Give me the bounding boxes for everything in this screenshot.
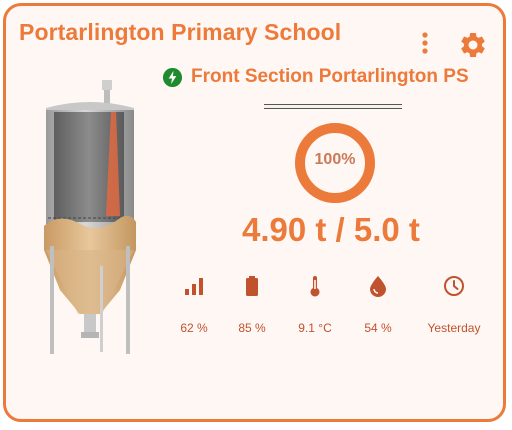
more-vert-icon[interactable] [418, 30, 432, 58]
weight-readout: 4.90 t / 5.0 t [242, 211, 420, 248]
silo-illustration [44, 80, 136, 354]
humidity-stat: 54 % [343, 274, 413, 335]
silo-name: Front Section Portarlington PS [191, 66, 469, 87]
thermometer-icon [310, 276, 320, 297]
clock-icon [444, 276, 464, 296]
last-update-stat: Yesterday [419, 274, 489, 335]
temperature-value: 9.1 °C [298, 321, 332, 335]
silo-card: Portarlington Primary School Front Secti… [3, 3, 506, 422]
divider [264, 104, 402, 109]
last-update-value: Yesterday [427, 321, 481, 335]
humidity-value: 54 % [364, 321, 392, 335]
battery-icon [246, 276, 258, 296]
signal-icon [185, 278, 203, 295]
gear-icon[interactable] [458, 30, 488, 60]
battery-stat: 85 % [217, 274, 287, 335]
fill-percent-label: 100% [314, 151, 356, 168]
temperature-stat: 9.1 °C [280, 274, 350, 335]
online-status-bolt-icon [162, 67, 183, 88]
battery-value: 85 % [238, 321, 266, 335]
humidity-icon [370, 276, 386, 297]
site-title: Portarlington Primary School [19, 19, 342, 45]
